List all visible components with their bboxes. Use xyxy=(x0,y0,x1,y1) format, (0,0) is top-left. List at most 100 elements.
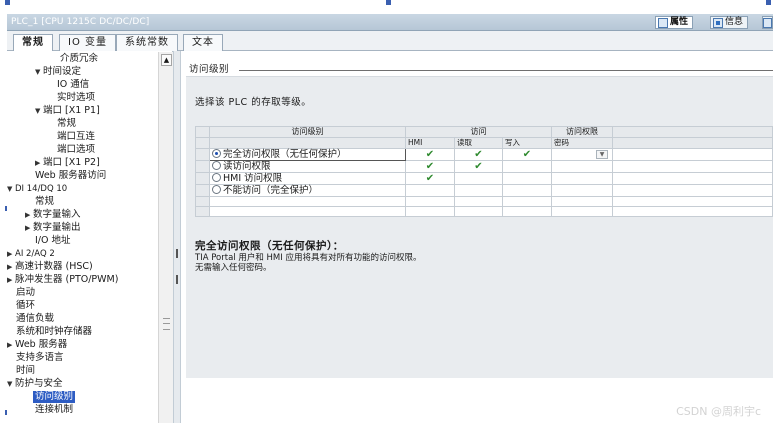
tree-item-io-addresses[interactable]: I/O 地址 xyxy=(35,235,71,247)
check-hmi: ✔ xyxy=(405,160,455,173)
tree-item-digital-outputs[interactable]: ▶ 数字量输出 xyxy=(25,222,81,234)
expand-arrow-icon[interactable]: ▶ xyxy=(25,209,33,221)
inspector-titlebar: PLC_1 [CPU 1215C DC/DC/DC] 属性 信息 xyxy=(7,14,773,31)
info-icon xyxy=(713,17,723,28)
tab-io-tags[interactable]: IO 变量 xyxy=(59,34,116,51)
col-header-permission: 访问权限 xyxy=(551,126,613,138)
summary-line-2: 无需输入任何密码。 xyxy=(195,263,272,273)
check-read xyxy=(454,184,503,197)
empty-cell xyxy=(405,206,455,217)
radio-selected-icon[interactable] xyxy=(212,149,221,158)
radio-icon[interactable] xyxy=(212,173,221,182)
table-row xyxy=(195,206,773,217)
radio-icon[interactable] xyxy=(212,161,221,170)
tree-item-di-general[interactable]: 常规 xyxy=(35,196,54,208)
tree-scrollbar[interactable]: ▲ xyxy=(158,52,173,423)
tree-item-hsc[interactable]: ▶ 高速计数器 (HSC) xyxy=(7,261,93,273)
radio-icon[interactable] xyxy=(212,185,221,194)
check-read xyxy=(454,172,503,185)
tab-info-label: 信息 xyxy=(725,17,744,27)
expand-arrow-icon[interactable]: ▶ xyxy=(7,274,15,286)
tree-item-digital-inputs[interactable]: ▶ 数字量输入 xyxy=(25,209,81,221)
collapse-arrow-icon[interactable]: ▼ xyxy=(7,183,15,195)
tree-item-web-server-access[interactable]: Web 服务器访问 xyxy=(35,170,106,182)
table-row[interactable]: 完全访问权限（无任何保护） ✔ ✔ ✔ ▼ xyxy=(195,148,773,161)
access-level-table: 访问级别 访问 访问权限 HMI 读取 写入 密码 完全访问权限（无任何保护） … xyxy=(195,126,773,217)
col-header-password: 密码 xyxy=(551,137,613,149)
tree-item-port-2[interactable]: ▶ 端口 [X1 P2] xyxy=(35,157,100,169)
tree-item-port1-general[interactable]: 常规 xyxy=(57,118,76,130)
access-description: 选择该 PLC 的存取等级。 xyxy=(195,97,312,108)
tree-item-port-interconnection[interactable]: 端口互连 xyxy=(57,131,95,143)
expand-arrow-icon[interactable]: ▶ xyxy=(35,157,43,169)
empty-cell xyxy=(612,148,773,161)
access-option-hmi[interactable]: HMI 访问权限 xyxy=(209,172,406,185)
col-header-read: 读取 xyxy=(454,137,503,149)
empty-cell xyxy=(551,206,613,217)
tree-item-media-redundancy[interactable]: 介质冗余 xyxy=(60,53,98,65)
resize-handle-top-left[interactable] xyxy=(5,0,10,5)
tree-item-port-1[interactable]: ▼ 端口 [X1 P1] xyxy=(35,105,100,117)
tab-properties[interactable]: 属性 xyxy=(655,16,694,29)
splitter-grip xyxy=(176,249,178,258)
tab-general[interactable]: 常规 xyxy=(13,34,53,52)
collapse-arrow-icon[interactable]: ▼ xyxy=(35,66,43,78)
tree-item-time-sync[interactable]: ▼ 时间设定 xyxy=(35,66,81,78)
access-option-read[interactable]: 读访问权限 xyxy=(209,160,406,173)
scroll-up-icon[interactable]: ▲ xyxy=(161,54,172,66)
tree-item-cycle[interactable]: 循环 xyxy=(16,300,35,312)
scroll-thumb[interactable] xyxy=(163,318,170,330)
tab-info[interactable]: 信息 xyxy=(710,16,749,29)
access-option-full[interactable]: 完全访问权限（无任何保护） xyxy=(209,148,406,161)
tab-diagnostics[interactable] xyxy=(762,16,773,29)
tree-item-web-server[interactable]: ▶ Web 服务器 xyxy=(7,339,67,351)
tree-item-multilingual[interactable]: 支持多语言 xyxy=(16,352,64,364)
tree-item-port-options[interactable]: 端口选项 xyxy=(57,144,95,156)
dropdown-icon[interactable]: ▼ xyxy=(596,149,608,159)
expand-arrow-icon[interactable]: ▶ xyxy=(25,222,33,234)
check-write: ✔ xyxy=(502,148,552,161)
empty-cell xyxy=(405,196,455,207)
collapse-arrow-icon[interactable]: ▼ xyxy=(35,105,43,117)
check-write xyxy=(502,172,552,185)
tree-item-realtime-options[interactable]: 实时选项 xyxy=(57,92,95,104)
empty-cell xyxy=(502,196,552,207)
tree-item-startup[interactable]: 启动 xyxy=(16,287,35,299)
password-cell[interactable]: ▼ xyxy=(551,148,613,161)
tree-item-ai2-aq2[interactable]: ▶ AI 2/AQ 2 xyxy=(7,248,55,260)
row-header xyxy=(195,196,210,207)
tree-item-time[interactable]: 时间 xyxy=(16,365,35,377)
tree-item-io-communication[interactable]: IO 通信 xyxy=(57,79,89,91)
table-row[interactable]: 读访问权限 ✔ ✔ xyxy=(195,160,773,173)
tree-item-di14-dq10[interactable]: ▼ DI 14/DQ 10 xyxy=(7,183,67,195)
expand-arrow-icon[interactable]: ▶ xyxy=(7,261,15,273)
tree-item-connection-mechanisms[interactable]: 连接机制 xyxy=(35,404,73,416)
panel-splitter[interactable] xyxy=(173,51,181,423)
empty-cell xyxy=(612,196,773,207)
tree-item-pulse-generators[interactable]: ▶ 脉冲发生器 (PTO/PWM) xyxy=(7,274,118,286)
summary-heading: 完全访问权限（无任何保护）： xyxy=(195,240,344,252)
tree-item-communication-load[interactable]: 通信负载 xyxy=(16,313,54,325)
col-header-write: 写入 xyxy=(502,137,552,149)
expand-arrow-icon[interactable]: ▶ xyxy=(7,248,15,260)
check-read: ✔ xyxy=(454,148,503,161)
resize-handle-top-right[interactable] xyxy=(766,0,771,5)
collapse-arrow-icon[interactable]: ▼ xyxy=(7,378,15,390)
row-header xyxy=(195,206,210,217)
tree-item-protection-security[interactable]: ▼ 防护与安全 xyxy=(7,378,63,390)
tree-item-system-clock-memory[interactable]: 系统和时钟存储器 xyxy=(16,326,92,338)
tab-system-constants[interactable]: 系统常数 xyxy=(116,34,178,51)
expand-arrow-icon[interactable]: ▶ xyxy=(7,339,15,351)
access-level-panel xyxy=(186,76,773,378)
resize-handle-top-center[interactable] xyxy=(386,0,391,5)
summary-line-1: TIA Portal 用户和 HMI 应用将具有对所有功能的访问权限。 xyxy=(195,253,422,263)
tree-item-access-level[interactable]: 访问级别 xyxy=(33,391,76,403)
section-title: 访问级别 xyxy=(189,64,230,75)
col-header-access: 访问 xyxy=(405,126,552,138)
empty-cell xyxy=(454,196,503,207)
tab-texts[interactable]: 文本 xyxy=(183,34,223,51)
table-row[interactable]: 不能访问（完全保护） xyxy=(195,184,773,197)
access-option-none[interactable]: 不能访问（完全保护） xyxy=(209,184,406,197)
table-row[interactable]: HMI 访问权限 ✔ xyxy=(195,172,773,185)
tab-properties-label: 属性 xyxy=(670,17,689,27)
